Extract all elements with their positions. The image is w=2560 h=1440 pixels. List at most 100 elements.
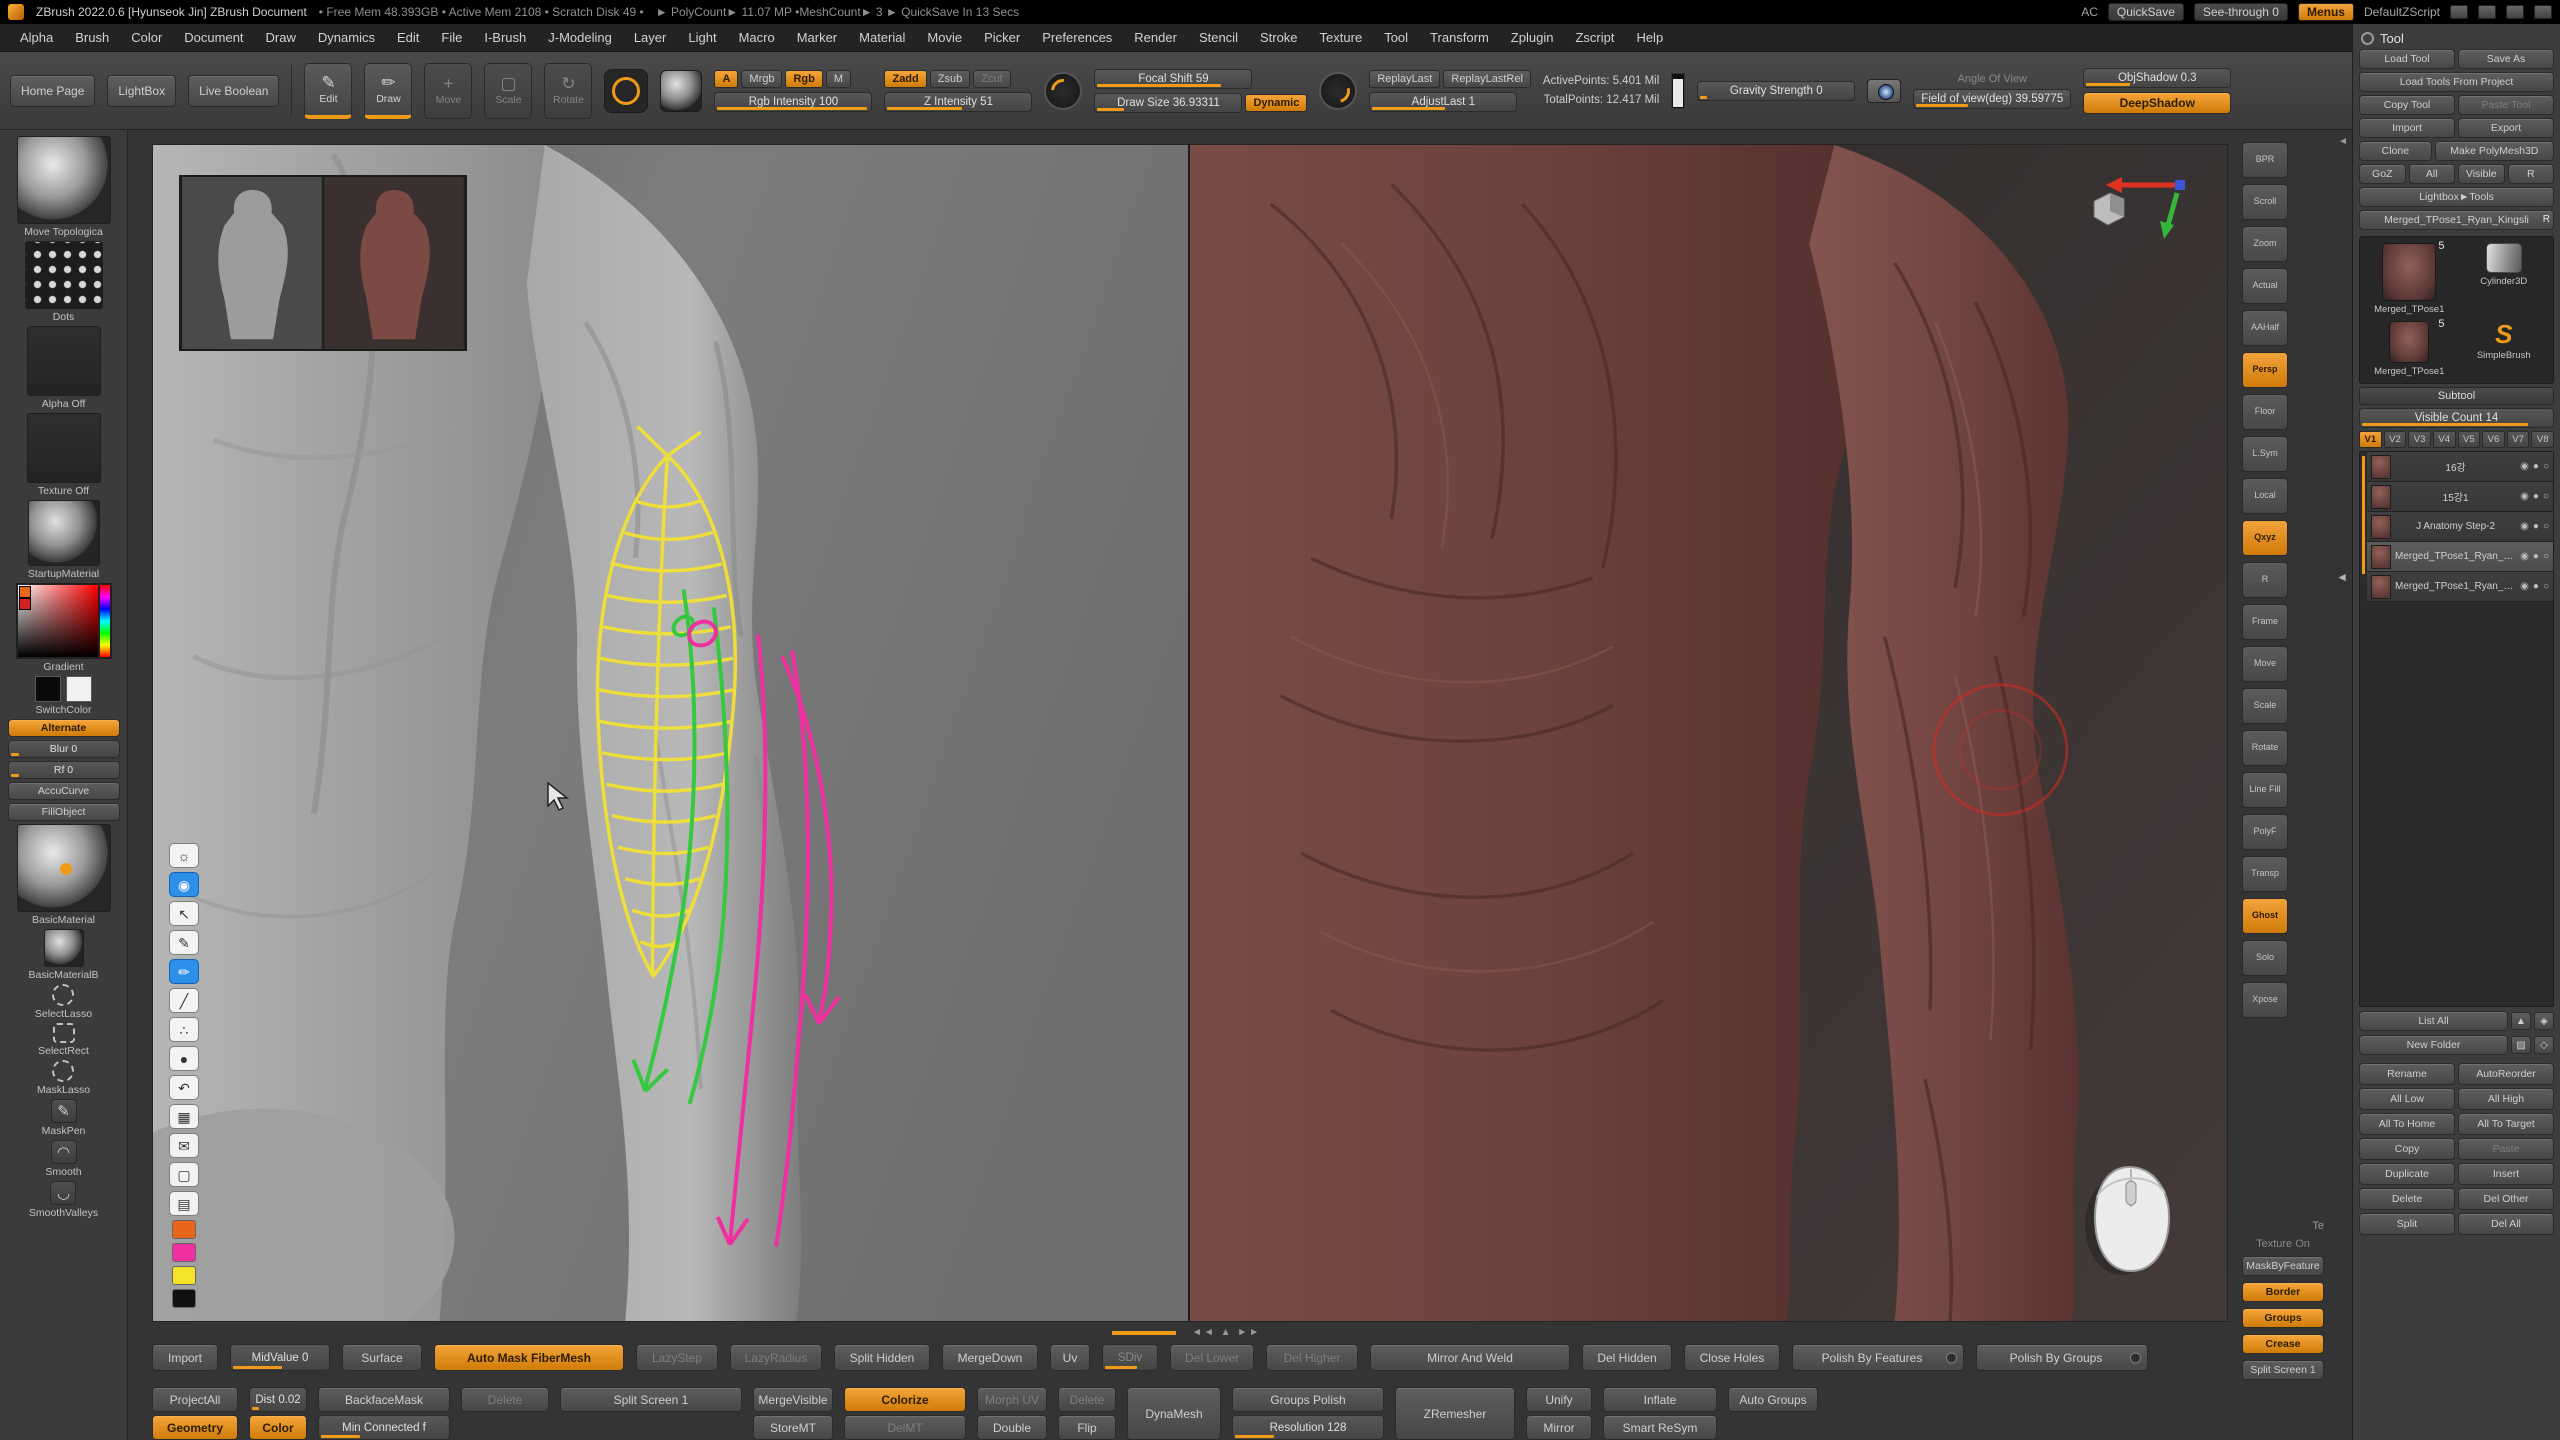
- subtool-eye-icon[interactable]: ◉: [2520, 461, 2529, 472]
- solo-button[interactable]: Solo: [2242, 940, 2288, 976]
- menu-zscript[interactable]: Zscript: [1565, 27, 1624, 48]
- xpose-button[interactable]: Xpose: [2242, 982, 2288, 1018]
- palette-item-masklasso[interactable]: MaskLasso: [37, 1060, 90, 1096]
- scroll-to-subtool-icon[interactable]: ▲: [2511, 1012, 2531, 1030]
- layout-icon[interactable]: [2450, 5, 2468, 19]
- obj-shadow-slider[interactable]: ObjShadow 0.3: [2083, 68, 2231, 88]
- sculpt-view-ecorche[interactable]: [1190, 145, 2227, 1321]
- camera-icon[interactable]: [1867, 79, 1901, 103]
- projectall-button[interactable]: ProjectAll: [152, 1387, 238, 1412]
- auto-mask-fibermesh-button[interactable]: Auto Mask FiberMesh: [434, 1344, 624, 1371]
- subtool-tab-v2[interactable]: V2: [2384, 431, 2407, 448]
- menu-preferences[interactable]: Preferences: [1032, 27, 1122, 48]
- goz-button[interactable]: GoZ: [2359, 164, 2406, 184]
- polyf-button[interactable]: PolyF: [2242, 814, 2288, 850]
- actual-button[interactable]: Actual: [2242, 268, 2288, 304]
- new-folder-button[interactable]: New Folder: [2359, 1035, 2508, 1055]
- black-swatch[interactable]: [35, 676, 61, 702]
- morph-uv-button[interactable]: Morph UV: [977, 1387, 1047, 1412]
- list-all-button[interactable]: List All: [2359, 1011, 2508, 1031]
- subtool-sculpt-icon[interactable]: ○: [2543, 461, 2549, 472]
- move-button[interactable]: Move: [2242, 646, 2288, 682]
- subtool-tab-v6[interactable]: V6: [2482, 431, 2505, 448]
- clipboard-icon[interactable]: ▤: [169, 1191, 199, 1216]
- all-low-button[interactable]: All Low: [2359, 1088, 2455, 1110]
- copy-button[interactable]: Copy: [2359, 1138, 2455, 1160]
- split-button[interactable]: Split: [2359, 1213, 2455, 1235]
- palette-item-switchcolor[interactable]: SwitchColor: [35, 676, 92, 716]
- menu-i-brush[interactable]: I-Brush: [474, 27, 536, 48]
- m-toggle[interactable]: M: [826, 70, 851, 88]
- subtool-row-2[interactable]: J Anatomy Step-2◉●○: [2367, 512, 2553, 542]
- tool-thumb-simplebrush[interactable]: S SimpleBrush: [2459, 321, 2550, 377]
- adjust-last-slider[interactable]: AdjustLast 1: [1369, 92, 1517, 112]
- line-icon[interactable]: ╱: [169, 988, 199, 1013]
- current-tool-button[interactable]: Merged_TPose1_Ryan_Kingsli: [2359, 210, 2554, 230]
- dynamic-toggle[interactable]: Dynamic: [1245, 94, 1307, 112]
- color-swatch-1[interactable]: [172, 1243, 196, 1262]
- polish-by-groups-button[interactable]: Polish By Groups: [1976, 1344, 2148, 1371]
- uv-button[interactable]: Uv: [1050, 1344, 1090, 1371]
- document-canvas[interactable]: ☼◉↖✎✏╱∴●↶▦✉▢▤: [152, 144, 2228, 1322]
- paging-arrows[interactable]: ◄◄ ▲ ►►: [1192, 1327, 1261, 1338]
- visible-count-slider[interactable]: Visible Count 14: [2359, 408, 2554, 428]
- fillobject-button[interactable]: FillObject: [8, 803, 120, 821]
- move-button[interactable]: Move: [424, 63, 472, 119]
- palette-item-maskpen[interactable]: MaskPen: [42, 1099, 86, 1137]
- save-as-button[interactable]: Save As: [2458, 49, 2554, 69]
- subtool-paint-icon[interactable]: ●: [2533, 551, 2539, 562]
- menu-layer[interactable]: Layer: [624, 27, 677, 48]
- replay-last-rel-button[interactable]: ReplayLastRel: [1443, 70, 1531, 88]
- line-fill-button[interactable]: Line Fill: [2242, 772, 2288, 808]
- palette-item-gradient[interactable]: Gradient: [16, 583, 112, 673]
- mirror-button[interactable]: Mirror: [1526, 1415, 1592, 1440]
- subtool-eye-icon[interactable]: ◉: [2520, 551, 2529, 562]
- focal-shift-slider[interactable]: Focal Shift 59: [1094, 69, 1252, 89]
- pick-subtool-icon[interactable]: ◈: [2534, 1012, 2554, 1030]
- subtool-eye-icon[interactable]: ◉: [2520, 491, 2529, 502]
- color-swatch-2[interactable]: [172, 1266, 196, 1285]
- transp-button[interactable]: Transp: [2242, 856, 2288, 892]
- all-to-target-button[interactable]: All To Target: [2458, 1113, 2554, 1135]
- draw-button[interactable]: Draw: [364, 63, 412, 119]
- tool-thumb-cylinder3d[interactable]: Cylinder3D: [2459, 243, 2550, 315]
- export-button[interactable]: Export: [2458, 118, 2554, 138]
- split-screen-1-button[interactable]: Split Screen 1: [560, 1387, 742, 1412]
- goz-r-button[interactable]: R: [2508, 164, 2555, 184]
- import-button[interactable]: Import: [152, 1344, 218, 1371]
- dot-icon[interactable]: ●: [169, 1046, 199, 1071]
- palette-item-selectrect[interactable]: SelectRect: [38, 1023, 89, 1057]
- subtool-tab-v4[interactable]: V4: [2433, 431, 2456, 448]
- r-button[interactable]: R: [2242, 562, 2288, 598]
- scroll-button[interactable]: Scroll: [2242, 184, 2288, 220]
- subtool-header[interactable]: Subtool: [2359, 387, 2554, 405]
- menu-alpha[interactable]: Alpha: [10, 27, 63, 48]
- mask-by-feature-button[interactable]: MaskByFeature: [2242, 1256, 2324, 1276]
- smart-resym-button[interactable]: Smart ReSym: [1603, 1415, 1717, 1440]
- palette-item-move-topologica[interactable]: Move Topologica: [17, 136, 111, 238]
- del-other-button[interactable]: Del Other: [2458, 1188, 2554, 1210]
- qxyz-button[interactable]: Qxyz: [2242, 520, 2288, 556]
- palette-item-alpha-off[interactable]: Alpha Off: [27, 326, 101, 410]
- rotate-button[interactable]: Rotate: [2242, 730, 2288, 766]
- folder-collapse-icon[interactable]: ◇: [2534, 1036, 2554, 1054]
- menu-stencil[interactable]: Stencil: [1189, 27, 1248, 48]
- deep-shadow-button[interactable]: DeepShadow: [2083, 92, 2231, 114]
- l-sym-button[interactable]: L.Sym: [2242, 436, 2288, 472]
- scale-button[interactable]: Scale: [484, 63, 532, 119]
- subtool-paint-icon[interactable]: ●: [2533, 491, 2539, 502]
- load-tools-from-project-button[interactable]: Load Tools From Project: [2359, 72, 2554, 92]
- rotate-button[interactable]: Rotate: [544, 63, 592, 119]
- zoom-button[interactable]: Zoom: [2242, 226, 2288, 262]
- backfacemask-button[interactable]: BackfaceMask: [318, 1387, 450, 1412]
- menu-j-modeling[interactable]: J-Modeling: [538, 27, 622, 48]
- frame-button[interactable]: Frame: [2242, 604, 2288, 640]
- blur-slider[interactable]: Blur 0: [8, 740, 120, 758]
- tray-divider-handle[interactable]: [2326, 130, 2352, 1440]
- menu-marker[interactable]: Marker: [787, 27, 847, 48]
- colorize-button[interactable]: Colorize: [844, 1387, 966, 1412]
- palette-item-smoothvalleys[interactable]: SmoothValleys: [29, 1181, 98, 1219]
- focal-gauge-icon[interactable]: [1044, 72, 1082, 110]
- a-toggle[interactable]: A: [714, 70, 738, 88]
- palette-item-texture-off[interactable]: Texture Off: [27, 413, 101, 497]
